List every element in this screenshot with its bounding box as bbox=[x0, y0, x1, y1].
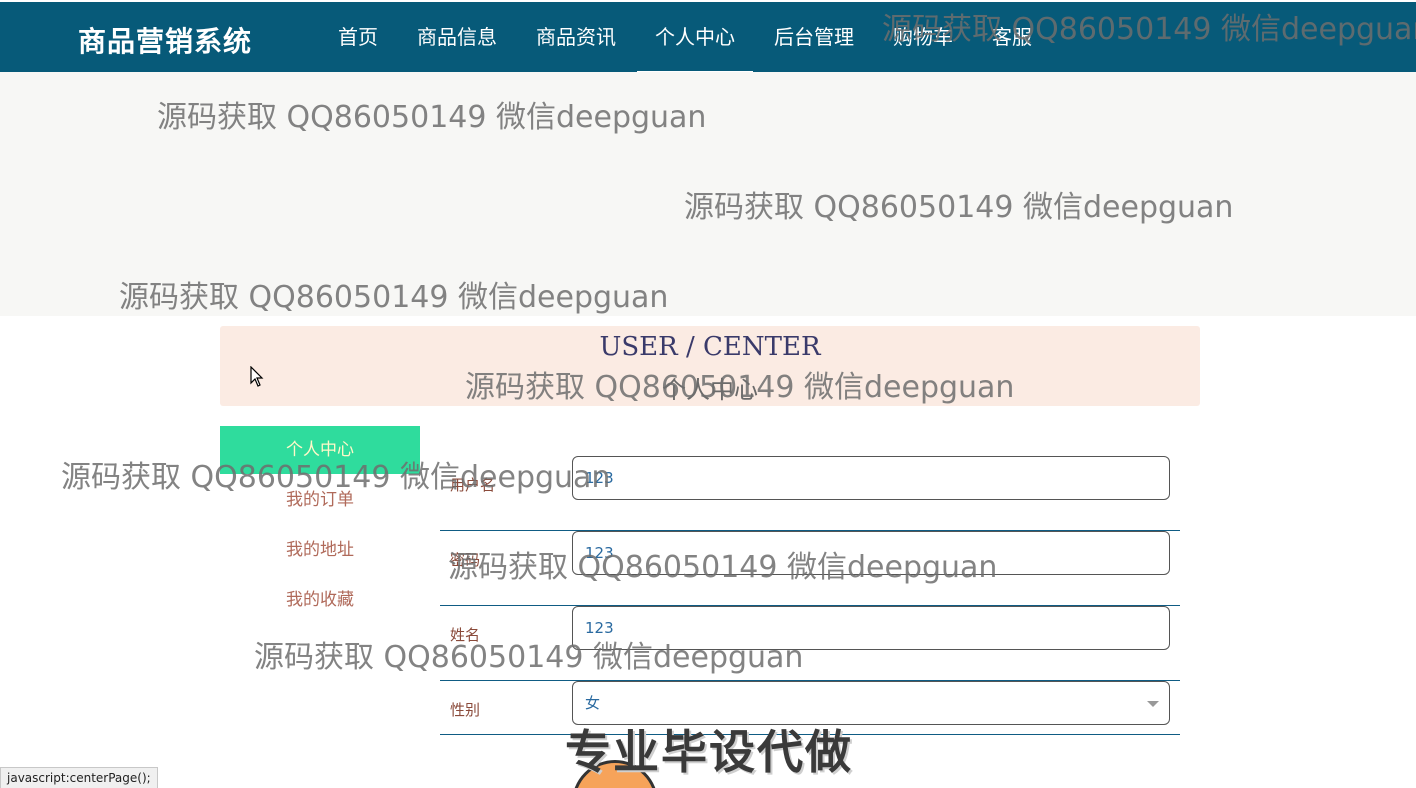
sidebar-item-my-addresses[interactable]: 我的地址 bbox=[220, 525, 420, 575]
page-title-cn: 个人中心 bbox=[662, 376, 758, 404]
name-field[interactable] bbox=[572, 606, 1170, 650]
form-row-password: 密码 bbox=[440, 531, 1180, 606]
page-title-en: USER / CENTER bbox=[599, 332, 821, 362]
nav-product-info[interactable]: 商品信息 bbox=[399, 2, 515, 74]
nav-user-center[interactable]: 个人中心 bbox=[637, 2, 753, 74]
name-label: 姓名 bbox=[450, 626, 481, 644]
password-label: 密码 bbox=[450, 551, 481, 569]
username-label: 用户名 bbox=[450, 476, 496, 494]
nav-customer-service[interactable]: 客服 bbox=[974, 2, 1050, 74]
browser-status-bar: javascript:centerPage(); bbox=[0, 767, 158, 788]
sidebar-item-user-center[interactable]: 个人中心 bbox=[220, 426, 420, 474]
nav-admin[interactable]: 后台管理 bbox=[756, 2, 872, 74]
form-row-name: 姓名 bbox=[440, 606, 1180, 681]
promo-banner-text: 专业毕设代做 bbox=[565, 725, 853, 779]
main-nav: 首页 商品信息 商品资讯 个人中心 后台管理 购物车 客服 bbox=[320, 2, 1053, 74]
sidebar-item-my-favorites[interactable]: 我的收藏 bbox=[220, 575, 420, 625]
site-brand[interactable]: 商品营销系统 bbox=[78, 20, 252, 60]
chevron-down-icon bbox=[1147, 701, 1159, 707]
banner-area bbox=[0, 72, 1416, 316]
username-field[interactable] bbox=[572, 456, 1170, 500]
mouse-cursor-icon bbox=[250, 366, 264, 387]
top-navigation-bar: 商品营销系统 首页 商品信息 商品资讯 个人中心 后台管理 购物车 客服 bbox=[0, 0, 1416, 74]
gender-selected-value: 女 bbox=[585, 694, 601, 712]
nav-cart[interactable]: 购物车 bbox=[875, 2, 971, 74]
nav-product-news[interactable]: 商品资讯 bbox=[518, 2, 634, 74]
nav-home[interactable]: 首页 bbox=[320, 2, 396, 74]
password-field[interactable] bbox=[572, 531, 1170, 575]
sidebar-item-my-orders[interactable]: 我的订单 bbox=[220, 475, 420, 525]
gender-label: 性别 bbox=[450, 701, 481, 719]
form-row-username: 用户名 bbox=[440, 456, 1180, 531]
page-title-block: USER / CENTER 个人中心 bbox=[220, 326, 1200, 406]
